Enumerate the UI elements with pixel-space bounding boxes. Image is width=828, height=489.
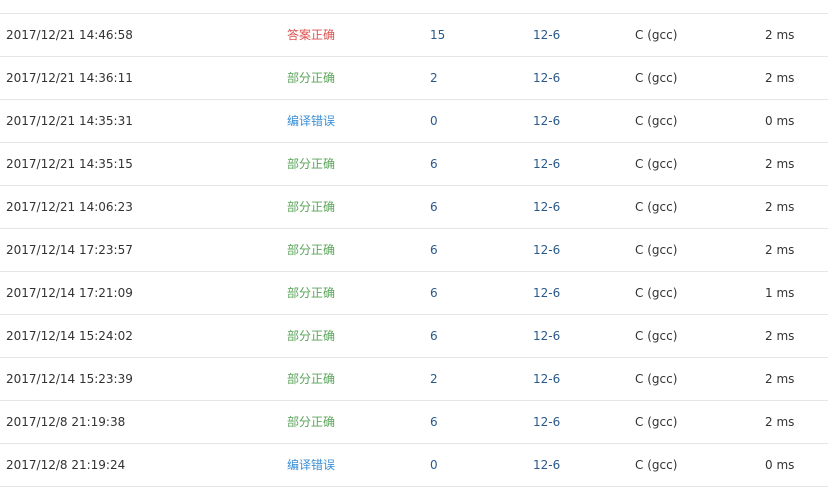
- submit-time: 2017/12/14 17:21:09: [6, 286, 133, 300]
- table-row: 2017/12/8 21:19:38 部分正确 6 12-6 C (gcc) 2…: [0, 401, 828, 444]
- judge-status-link[interactable]: 编译错误: [287, 100, 335, 142]
- problem-link[interactable]: 12-6: [533, 272, 560, 314]
- run-time-label: 1 ms: [765, 286, 795, 300]
- score-link[interactable]: 6: [430, 272, 438, 314]
- score-link[interactable]: 6: [430, 229, 438, 271]
- score-link[interactable]: 15: [430, 14, 445, 56]
- judge-status-link[interactable]: 部分正确: [287, 272, 335, 314]
- run-time-label: 0 ms: [765, 114, 795, 128]
- submit-time: 2017/12/21 14:35:31: [6, 114, 133, 128]
- submit-time: 2017/12/21 14:35:15: [6, 157, 133, 171]
- score-link[interactable]: 0: [430, 444, 438, 486]
- table-row: 2017/12/21 14:46:58 答案正确 15 12-6 C (gcc)…: [0, 14, 828, 57]
- problem-link[interactable]: 12-6: [533, 186, 560, 228]
- run-time-label: 0 ms: [765, 458, 795, 472]
- judge-status-link[interactable]: 部分正确: [287, 143, 335, 185]
- compiler-label: C (gcc): [635, 372, 678, 386]
- run-time-label: 2 ms: [765, 329, 795, 343]
- table-row: 2017/12/21 14:35:31 编译错误 0 12-6 C (gcc) …: [0, 100, 828, 143]
- problem-link[interactable]: 12-6: [533, 14, 560, 56]
- run-time-label: 2 ms: [765, 157, 795, 171]
- compiler-label: C (gcc): [635, 458, 678, 472]
- compiler-label: C (gcc): [635, 415, 678, 429]
- compiler-label: C (gcc): [635, 200, 678, 214]
- problem-link[interactable]: 12-6: [533, 315, 560, 357]
- judge-status-link[interactable]: 部分正确: [287, 401, 335, 443]
- compiler-label: C (gcc): [635, 157, 678, 171]
- score-link[interactable]: 2: [430, 358, 438, 400]
- run-time-label: 2 ms: [765, 200, 795, 214]
- submit-time: 2017/12/21 14:36:11: [6, 71, 133, 85]
- score-link[interactable]: 6: [430, 315, 438, 357]
- table-row: 2017/12/21 14:06:23 部分正确 6 12-6 C (gcc) …: [0, 186, 828, 229]
- judge-status-link[interactable]: 部分正确: [287, 358, 335, 400]
- judge-status-link[interactable]: 部分正确: [287, 229, 335, 271]
- compiler-label: C (gcc): [635, 329, 678, 343]
- problem-link[interactable]: 12-6: [533, 57, 560, 99]
- compiler-label: C (gcc): [635, 243, 678, 257]
- table-row: 2017/12/14 17:23:57 部分正确 6 12-6 C (gcc) …: [0, 229, 828, 272]
- submit-time: 2017/12/21 14:06:23: [6, 200, 133, 214]
- submit-time: 2017/12/8 21:19:24: [6, 458, 126, 472]
- run-time-label: 2 ms: [765, 28, 795, 42]
- submit-time: 2017/12/21 14:46:58: [6, 28, 133, 42]
- judge-status-link[interactable]: 部分正确: [287, 57, 335, 99]
- score-link[interactable]: 0: [430, 100, 438, 142]
- problem-link[interactable]: 12-6: [533, 358, 560, 400]
- score-link[interactable]: 6: [430, 401, 438, 443]
- submission-table: 2017/12/21 14:46:58 答案正确 15 12-6 C (gcc)…: [0, 0, 828, 489]
- table-row: 2017/12/14 15:23:39 部分正确 2 12-6 C (gcc) …: [0, 358, 828, 401]
- compiler-label: C (gcc): [635, 71, 678, 85]
- compiler-label: C (gcc): [635, 114, 678, 128]
- submit-time: 2017/12/8 21:19:38: [6, 415, 126, 429]
- table-row: 2017/12/14 15:24:02 部分正确 6 12-6 C (gcc) …: [0, 315, 828, 358]
- run-time-label: 2 ms: [765, 71, 795, 85]
- score-link[interactable]: 6: [430, 186, 438, 228]
- judge-status-link[interactable]: 部分正确: [287, 315, 335, 357]
- score-link[interactable]: 2: [430, 57, 438, 99]
- table-row: 2017/12/21 14:36:11 部分正确 2 12-6 C (gcc) …: [0, 57, 828, 100]
- submit-time: 2017/12/14 15:23:39: [6, 372, 133, 386]
- table-row: 2017/12/8 21:19:24 编译错误 0 12-6 C (gcc) 0…: [0, 444, 828, 487]
- submit-time: 2017/12/14 17:23:57: [6, 243, 133, 257]
- problem-link[interactable]: 12-6: [533, 401, 560, 443]
- table-row: 2017/12/21 14:35:15 部分正确 6 12-6 C (gcc) …: [0, 143, 828, 186]
- judge-status-link[interactable]: 答案正确: [287, 14, 335, 56]
- compiler-label: C (gcc): [635, 28, 678, 42]
- run-time-label: 2 ms: [765, 372, 795, 386]
- run-time-label: 2 ms: [765, 243, 795, 257]
- compiler-label: C (gcc): [635, 286, 678, 300]
- table-row: 2017/12/14 17:21:09 部分正确 6 12-6 C (gcc) …: [0, 272, 828, 315]
- problem-link[interactable]: 12-6: [533, 444, 560, 486]
- run-time-label: 2 ms: [765, 415, 795, 429]
- score-link[interactable]: 6: [430, 143, 438, 185]
- judge-status-link[interactable]: 部分正确: [287, 186, 335, 228]
- judge-status-link[interactable]: 编译错误: [287, 444, 335, 486]
- problem-link[interactable]: 12-6: [533, 100, 560, 142]
- submit-time: 2017/12/14 15:24:02: [6, 329, 133, 343]
- problem-link[interactable]: 12-6: [533, 229, 560, 271]
- problem-link[interactable]: 12-6: [533, 143, 560, 185]
